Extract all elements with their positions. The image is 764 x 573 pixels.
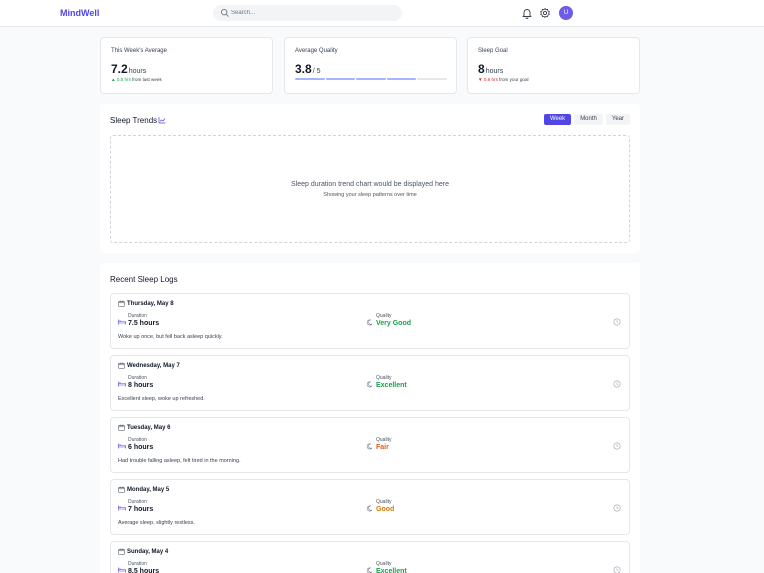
weekly-average-unit: hours bbox=[128, 68, 147, 75]
tab-week[interactable]: Week bbox=[543, 114, 572, 125]
log-date: Thursday, May 8 bbox=[127, 301, 174, 307]
duration-label: Duration bbox=[128, 561, 147, 567]
quality-label: Quality bbox=[376, 561, 392, 567]
bed-icon bbox=[118, 505, 126, 511]
top-header: MindWell U bbox=[0, 0, 764, 27]
bed-icon bbox=[118, 319, 126, 325]
calendar-icon bbox=[118, 362, 125, 369]
average-quality-label: Average Quality bbox=[295, 48, 338, 54]
avatar[interactable]: U bbox=[559, 6, 573, 20]
clock-icon[interactable] bbox=[613, 442, 621, 450]
search-icon bbox=[221, 9, 229, 17]
weekly-average-change: ▲ 0.5 hrs from last week bbox=[111, 77, 162, 82]
sleep-log-entry-1[interactable]: Thursday, May 8 Duration 7.5 hours Quali… bbox=[110, 293, 630, 349]
moon-icon bbox=[366, 319, 373, 326]
duration-value: 7.5 hours bbox=[128, 320, 160, 327]
log-date: Monday, May 5 bbox=[127, 487, 170, 493]
weekly-average-card: This Week's Average 7.2hours ▲ 0.5 hrs f… bbox=[100, 37, 273, 94]
chart-placeholder-subtext: Showing your sleep patterns over time bbox=[323, 192, 417, 198]
sleep-log-entry-4[interactable]: Monday, May 5 Duration 7 hours Quality G… bbox=[110, 479, 630, 535]
sleep-goal-card: Sleep Goal 8hours ▼ 0.8 hrs from your go… bbox=[467, 37, 640, 94]
trend-chart-placeholder: Sleep duration trend chart would be disp… bbox=[110, 135, 630, 243]
log-date: Tuesday, May 6 bbox=[127, 425, 171, 431]
tab-year[interactable]: Year bbox=[605, 114, 630, 125]
sleep-trends-title: Sleep Trends bbox=[110, 116, 158, 125]
average-quality-value: 3.8/ 5 bbox=[295, 62, 321, 76]
quality-value: Good bbox=[376, 506, 395, 513]
quality-value: Excellent bbox=[376, 568, 407, 573]
sleep-goal-value: 8hours bbox=[478, 62, 504, 76]
quality-label: Quality bbox=[376, 313, 392, 319]
quality-segment-4 bbox=[386, 78, 417, 80]
sleep-log-entry-2[interactable]: Wednesday, May 7 Duration 8 hours Qualit… bbox=[110, 355, 630, 411]
duration-value: 8 hours bbox=[128, 382, 154, 389]
recent-logs-title: Recent Sleep Logs bbox=[110, 275, 178, 284]
quality-segment-2 bbox=[325, 78, 356, 80]
log-note: Had trouble falling asleep, felt tired i… bbox=[118, 458, 241, 464]
calendar-icon bbox=[118, 486, 125, 493]
log-note: Woke up once, but fell back asleep quick… bbox=[118, 334, 223, 340]
quality-segment-3 bbox=[356, 78, 386, 80]
quality-label: Quality bbox=[376, 499, 392, 505]
moon-icon bbox=[366, 443, 373, 450]
bed-icon bbox=[118, 443, 126, 449]
search-input[interactable] bbox=[231, 7, 396, 19]
bell-icon[interactable] bbox=[521, 7, 533, 19]
recent-sleep-logs-panel: Recent Sleep Logs Thursday, May 8 Durati… bbox=[100, 263, 640, 573]
moon-icon bbox=[366, 567, 373, 573]
duration-label: Duration bbox=[128, 499, 147, 505]
moon-icon bbox=[366, 505, 373, 512]
clock-icon[interactable] bbox=[613, 318, 621, 326]
quality-value: Fair bbox=[376, 444, 389, 451]
down-arrow-icon: ▼ bbox=[478, 77, 483, 82]
quality-segment-5 bbox=[417, 78, 447, 80]
search-bar[interactable] bbox=[213, 5, 402, 21]
moon-icon bbox=[366, 381, 373, 388]
sleep-log-entry-5[interactable]: Sunday, May 4 Duration 8.5 hours Quality… bbox=[110, 541, 630, 573]
sleep-log-entry-3[interactable]: Tuesday, May 6 Duration 6 hours Quality … bbox=[110, 417, 630, 473]
quality-value: Very Good bbox=[376, 320, 412, 327]
quality-segment-1 bbox=[295, 78, 325, 80]
duration-label: Duration bbox=[128, 313, 147, 319]
quality-label: Quality bbox=[376, 437, 392, 443]
clock-icon[interactable] bbox=[613, 504, 621, 512]
sleep-goal-change: ▼ 0.8 hrs from your goal bbox=[478, 77, 529, 82]
duration-value: 8.5 hours bbox=[128, 568, 160, 573]
average-quality-unit: / 5 bbox=[312, 68, 321, 75]
sleep-goal-label: Sleep Goal bbox=[478, 48, 508, 54]
trend-range-tabs: Week Month Year bbox=[543, 114, 630, 125]
log-date: Wednesday, May 7 bbox=[127, 363, 180, 369]
average-quality-card: Average Quality 3.8/ 5 bbox=[284, 37, 457, 94]
up-arrow-icon: ▲ bbox=[111, 77, 116, 82]
duration-label: Duration bbox=[128, 437, 147, 443]
duration-value: 7 hours bbox=[128, 506, 154, 513]
calendar-icon bbox=[118, 300, 125, 307]
app-logo[interactable]: MindWell bbox=[60, 8, 99, 18]
sleep-trends-panel: Sleep Trends Week Month Year Sleep durat… bbox=[100, 104, 640, 253]
quality-label: Quality bbox=[376, 375, 392, 381]
quality-progress-bar bbox=[295, 78, 447, 80]
bed-icon bbox=[118, 381, 126, 387]
weekly-average-label: This Week's Average bbox=[111, 48, 167, 54]
weekly-average-value: 7.2hours bbox=[111, 62, 147, 76]
calendar-icon bbox=[118, 424, 125, 431]
calendar-icon bbox=[118, 548, 125, 555]
gear-icon[interactable] bbox=[539, 7, 551, 19]
clock-icon[interactable] bbox=[613, 566, 621, 573]
log-note: Average sleep, slightly restless. bbox=[118, 520, 195, 526]
sleep-goal-unit: hours bbox=[485, 68, 504, 75]
chart-placeholder-text: Sleep duration trend chart would be disp… bbox=[291, 181, 449, 188]
duration-label: Duration bbox=[128, 375, 147, 381]
tab-month[interactable]: Month bbox=[574, 114, 603, 125]
quality-value: Excellent bbox=[376, 382, 407, 389]
log-note: Excellent sleep, woke up refreshed. bbox=[118, 396, 205, 402]
line-chart-icon bbox=[158, 117, 166, 124]
duration-value: 6 hours bbox=[128, 444, 154, 451]
bed-icon bbox=[118, 567, 126, 573]
clock-icon[interactable] bbox=[613, 380, 621, 388]
log-date: Sunday, May 4 bbox=[127, 549, 169, 555]
